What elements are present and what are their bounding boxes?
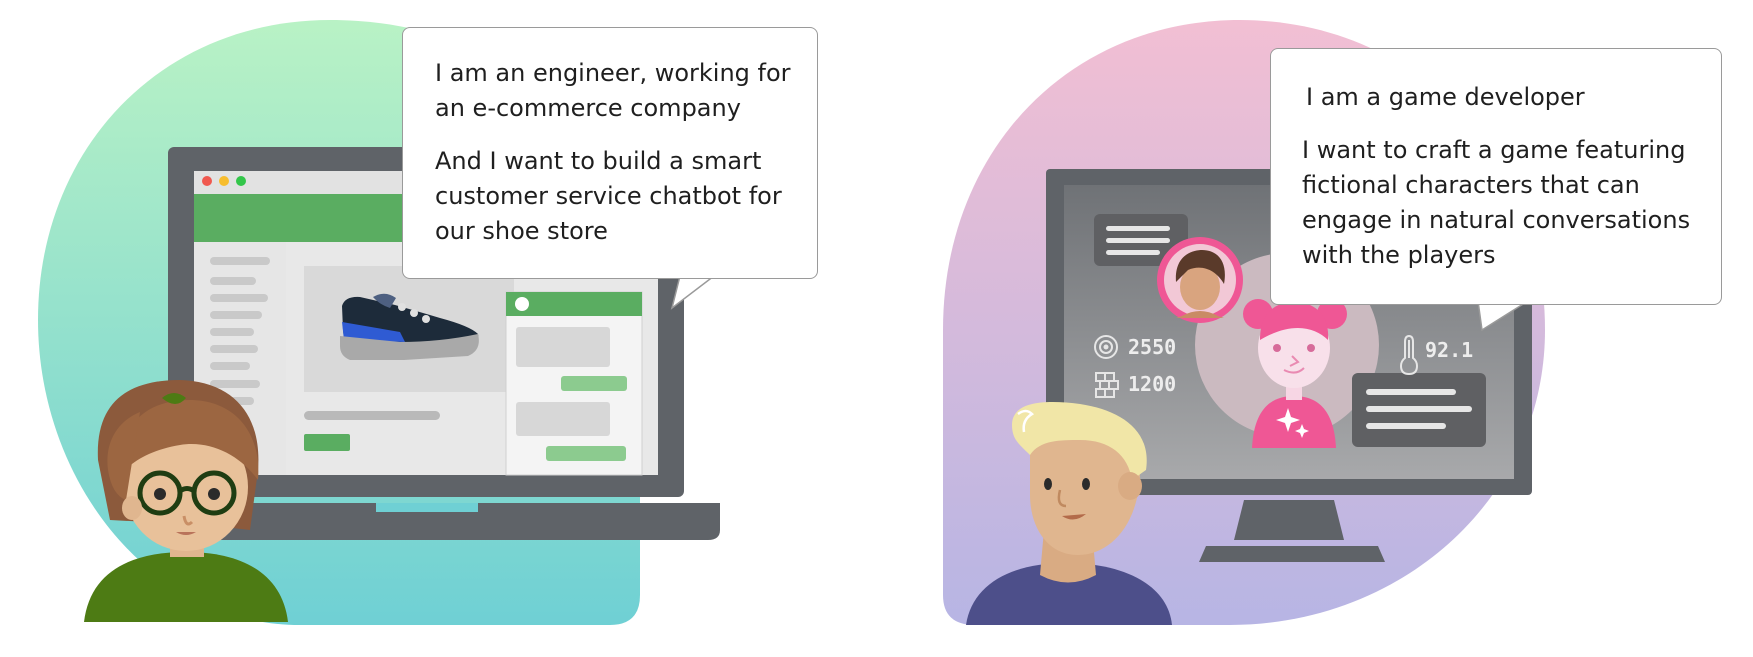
monitor-stand <box>1199 546 1385 562</box>
chatbot-status-dot <box>515 297 529 311</box>
window-minimize-dot <box>219 176 229 186</box>
monitor-neck <box>1234 500 1344 540</box>
engineer-speech-bubble: I am an engineer, working for an e-comme… <box>402 27 818 279</box>
developer-goal-text: I want to craft a game featuring fiction… <box>1302 136 1691 269</box>
engineer-goal-text: And I want to build a smart customer ser… <box>435 147 782 245</box>
bot-message <box>516 327 610 367</box>
left-speech-tail <box>670 275 717 310</box>
chatbot-widget <box>505 291 643 476</box>
temperature-value: 92.1 <box>1425 338 1473 362</box>
user-message <box>561 376 627 391</box>
player-reply-box <box>1352 373 1486 447</box>
laptop-trackpad-notch <box>376 503 478 512</box>
bot-message <box>516 402 610 436</box>
score-value: 2550 <box>1128 335 1176 359</box>
product-caption-line <box>304 411 440 420</box>
player-portrait <box>1157 237 1243 323</box>
blocks-value: 1200 <box>1128 372 1176 396</box>
add-to-cart-button <box>304 434 350 451</box>
window-zoom-dot <box>236 176 246 186</box>
user-message <box>546 446 626 461</box>
developer-intro-text: I am a game developer <box>1306 83 1585 111</box>
developer-speech-bubble: I am a game developer I want to craft a … <box>1270 48 1722 305</box>
window-close-dot <box>202 176 212 186</box>
engineer-intro-text: I am an engineer, working for an e-comme… <box>435 59 791 122</box>
